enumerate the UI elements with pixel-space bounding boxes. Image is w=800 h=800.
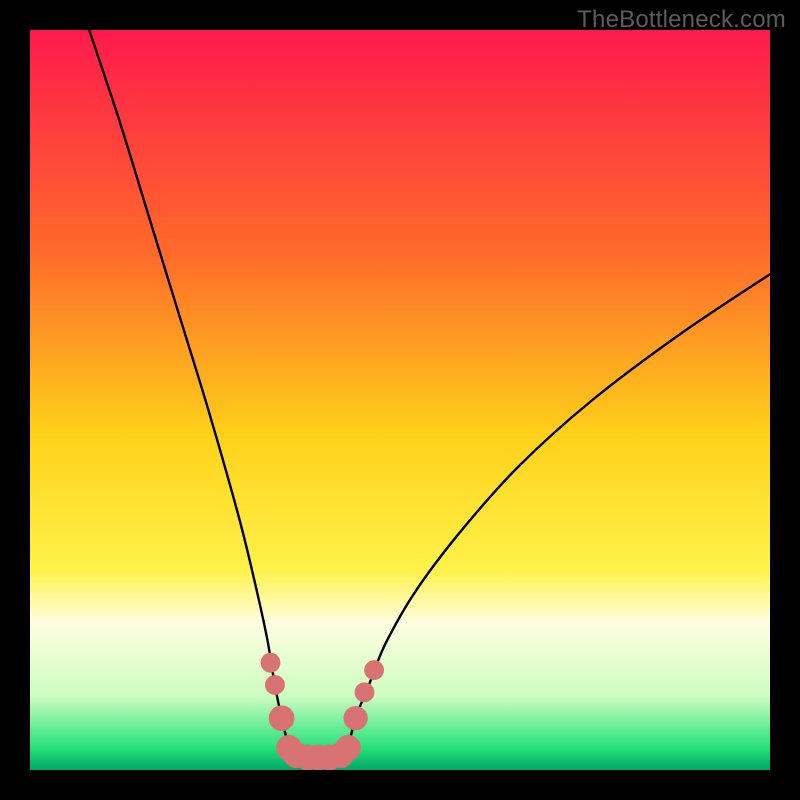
chart-plot-area: [30, 30, 770, 770]
chart-svg: [30, 30, 770, 770]
marker-point: [335, 735, 361, 761]
marker-point: [343, 706, 367, 730]
chart-frame: TheBottleneck.com: [0, 0, 800, 800]
marker-point: [261, 653, 281, 673]
marker-point: [364, 660, 384, 680]
marker-point: [269, 705, 295, 731]
gradient-background: [30, 30, 770, 770]
marker-point: [265, 675, 285, 695]
marker-point: [355, 682, 375, 702]
watermark-text: TheBottleneck.com: [577, 6, 786, 34]
